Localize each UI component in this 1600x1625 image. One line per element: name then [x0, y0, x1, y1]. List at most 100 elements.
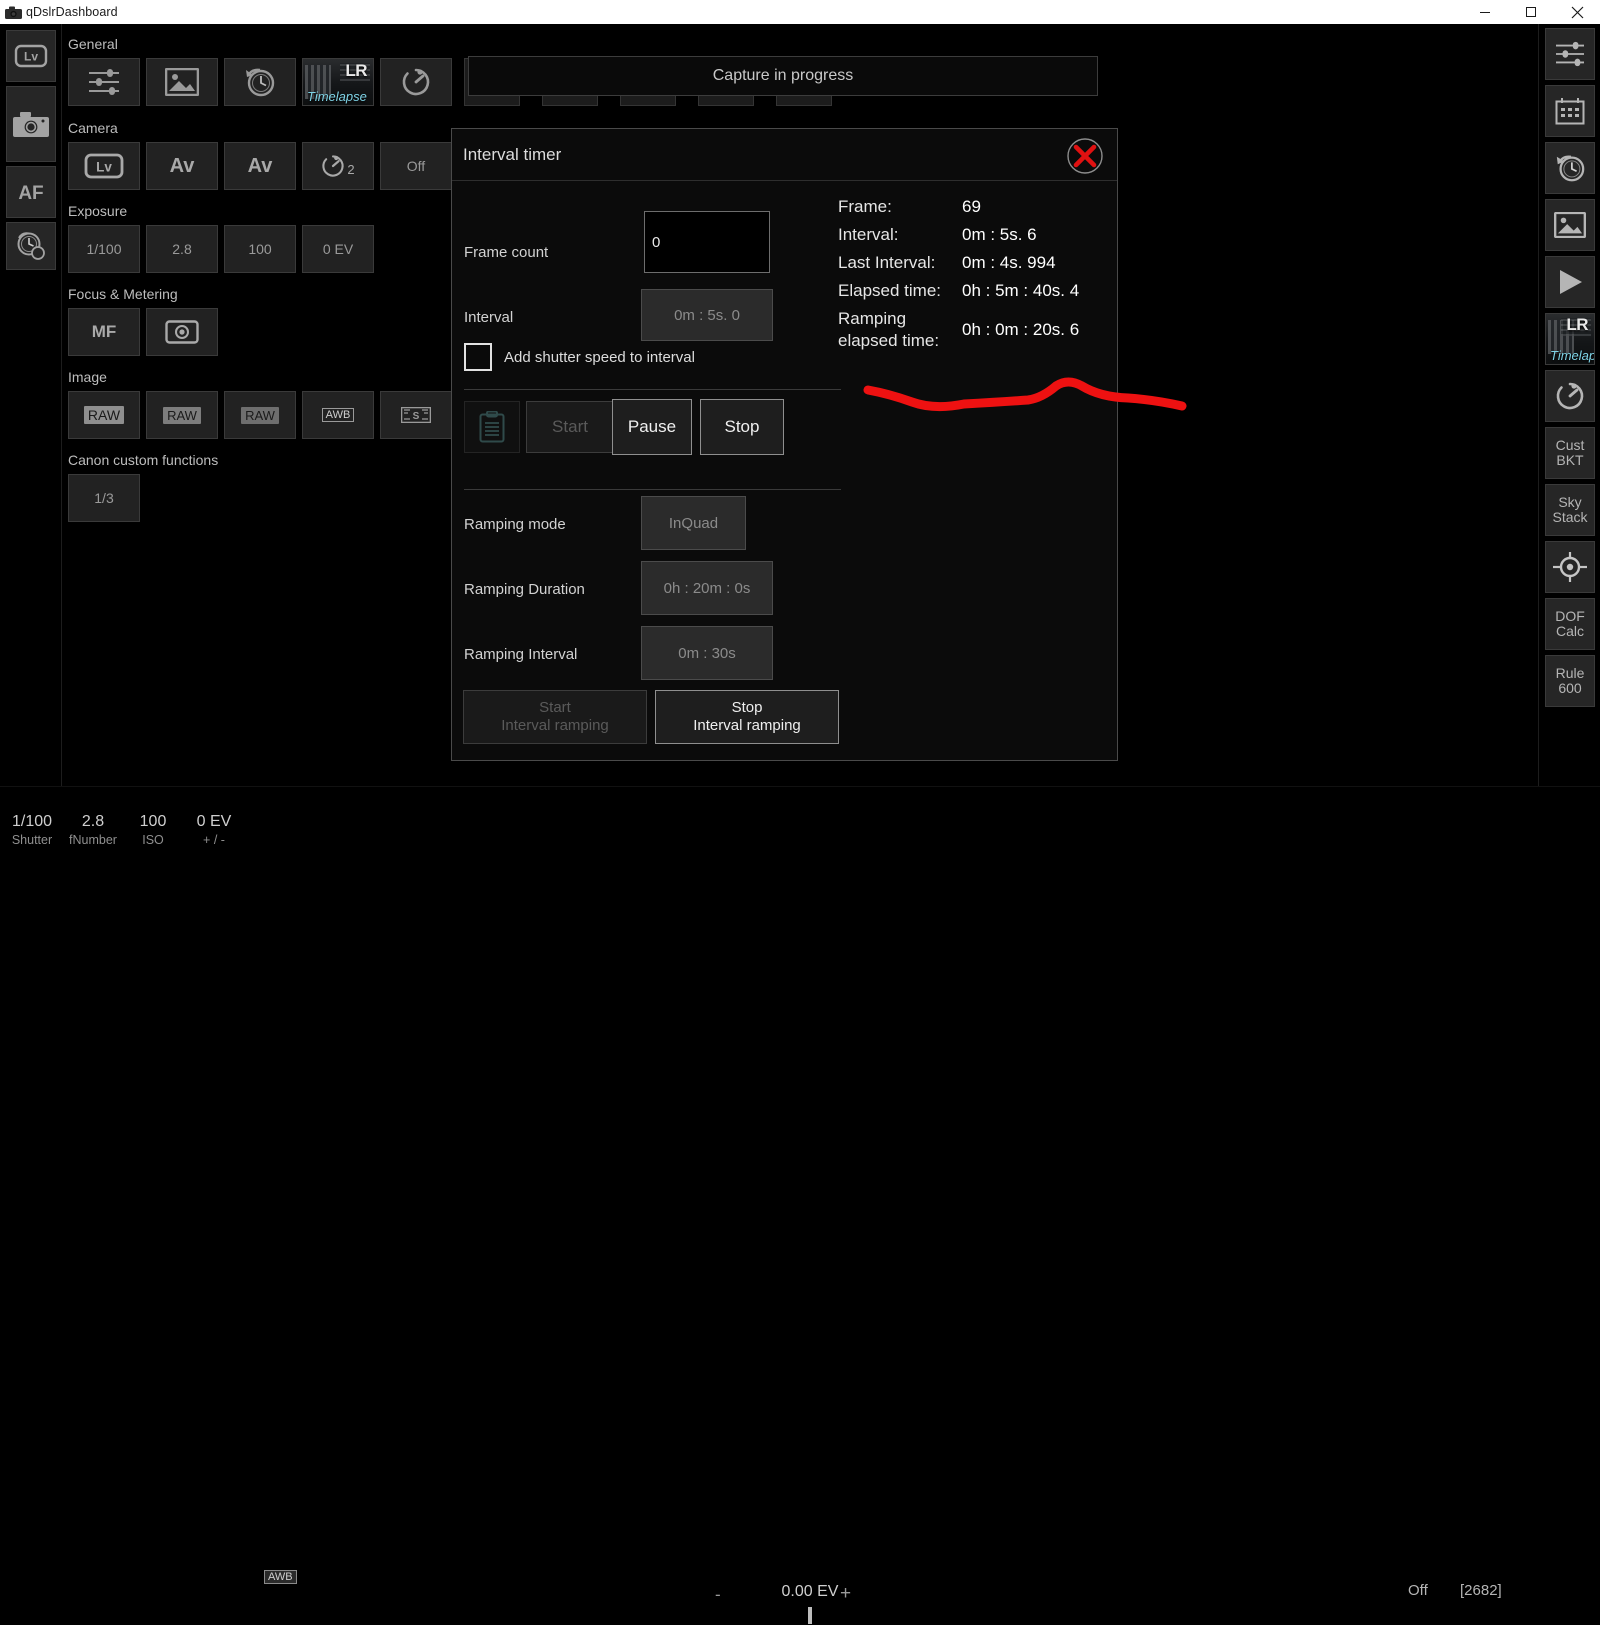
left-rail: Lv AF: [0, 24, 62, 786]
drive-mode-tile[interactable]: 2: [302, 142, 374, 190]
right-lrtimelapse-button[interactable]: LR Timelapse: [1545, 313, 1595, 365]
aeb-status[interactable]: Off: [1408, 1582, 1428, 1599]
stop-button-label: Stop: [724, 417, 760, 436]
wb-status-chip[interactable]: AWB: [264, 1570, 297, 1584]
frame-count-input[interactable]: 0: [644, 211, 770, 273]
left-rail-interval-timer[interactable]: [6, 222, 56, 270]
stop-ramping-line2: Interval ramping: [693, 717, 801, 734]
fnumber-status[interactable]: 2.8 fNumber: [62, 813, 124, 847]
capture-status-banner: Capture in progress: [468, 56, 1098, 96]
stop-button[interactable]: Stop: [700, 399, 784, 455]
close-button[interactable]: [1554, 0, 1600, 24]
group-label-image: Image: [68, 369, 107, 385]
right-dof-calc-button[interactable]: DOF Calc: [1545, 598, 1595, 650]
start-interval-ramping-button[interactable]: Start Interval ramping: [463, 690, 647, 744]
exposure-comp-slider[interactable]: - 0.00 EV +: [660, 1575, 960, 1625]
right-self-timer-button[interactable]: [1545, 370, 1595, 422]
focus-mode-tile[interactable]: MF: [68, 308, 140, 356]
stop-ramping-line1: Stop: [731, 699, 763, 717]
right-focus-target-button[interactable]: [1545, 541, 1595, 593]
interval-timer-tile[interactable]: [224, 58, 296, 106]
interval-timer-dialog: Interval timer Frame count 0 Interval 0m…: [451, 128, 1118, 761]
frame-count-value: 0: [652, 233, 661, 251]
aeb-tile[interactable]: Off: [380, 142, 452, 190]
shutter-status[interactable]: 1/100 Shutter: [0, 813, 64, 847]
metering-mode-tile[interactable]: [146, 308, 218, 356]
svg-text:S: S: [413, 411, 420, 422]
right-calendar-button[interactable]: [1545, 85, 1595, 137]
exposure-mode-tile-label: Av: [247, 154, 273, 177]
right-gallery-button[interactable]: [1545, 199, 1595, 251]
right-dof-calc-line2: Calc: [1555, 623, 1584, 639]
custom-function-tile-label: 1/3: [94, 490, 114, 506]
gallery-tile[interactable]: [146, 58, 218, 106]
stop-interval-ramping-button[interactable]: Stop Interval ramping: [655, 690, 839, 744]
iso-tile[interactable]: 100: [224, 225, 296, 273]
ramping-duration-label: Ramping Duration: [464, 581, 585, 598]
divider-top: [464, 389, 841, 390]
right-play-button[interactable]: [1545, 256, 1595, 308]
ev-plus-button[interactable]: +: [840, 1583, 851, 1605]
svg-text:Lv: Lv: [24, 50, 38, 64]
ev-status-key: + / -: [203, 833, 225, 847]
ev-slider-value: 0.00 EV: [781, 1583, 839, 1600]
lrtimelapse-sublabel: Timelapse: [307, 89, 367, 105]
picture-style-tile[interactable]: S: [380, 391, 452, 439]
pause-button[interactable]: Pause: [612, 399, 692, 455]
right-dof-calc-line1: DOF: [1555, 607, 1585, 624]
group-label-canon-custom-functions: Canon custom functions: [68, 452, 219, 468]
dialog-close-icon[interactable]: [1066, 137, 1104, 175]
lrtimelapse-lr-label: LR: [345, 61, 367, 80]
ramping-duration-spinner[interactable]: 0h : 20m : 0s: [641, 561, 773, 615]
right-cust-bkt-line1: Cust: [1555, 436, 1585, 453]
ramping-mode-select[interactable]: InQuad: [641, 496, 746, 550]
window-titlebar: qDslrDashboard: [0, 0, 1600, 24]
image-quality-badge: RAW: [83, 406, 125, 424]
readout-value-interval: 0m : 5s. 6: [962, 225, 1037, 244]
maximize-button[interactable]: [1508, 0, 1554, 24]
add-shutter-checkbox[interactable]: [464, 343, 492, 371]
ev-status[interactable]: 0 EV + / -: [182, 813, 246, 847]
play-icon: [1560, 270, 1582, 294]
iso-tile-label: 100: [248, 241, 272, 257]
left-rail-lv-toggle[interactable]: Lv: [6, 30, 56, 82]
white-balance-tile[interactable]: AWB: [302, 391, 374, 439]
left-rail-af-toggle[interactable]: AF: [6, 166, 56, 218]
right-interval-timer-button[interactable]: [1545, 142, 1595, 194]
exposure-comp-tile[interactable]: 0 EV: [302, 225, 374, 273]
readout-key-ramping-elapsed-2: elapsed time:: [838, 331, 940, 350]
liveview-tile[interactable]: Lv: [68, 142, 140, 190]
image-quality2-tile[interactable]: RAW: [146, 391, 218, 439]
pause-button-label: Pause: [627, 417, 677, 436]
ev-slider-handle[interactable]: [808, 1607, 812, 1624]
start-ramping-line1: Start: [539, 699, 571, 717]
self-timer-tile[interactable]: [380, 58, 452, 106]
right-sliders-button[interactable]: [1545, 28, 1595, 80]
start-button[interactable]: Start: [526, 401, 614, 453]
image-quality3-badge: RAW: [241, 406, 279, 424]
shutter-tile[interactable]: 1/100: [68, 225, 140, 273]
minimize-button[interactable]: [1462, 0, 1508, 24]
image-quality3-tile[interactable]: RAW: [224, 391, 296, 439]
interval-spinner[interactable]: 0m : 5s. 0: [641, 289, 773, 341]
right-cust-bkt-button[interactable]: Cust BKT: [1545, 427, 1595, 479]
exposure-mode-tile[interactable]: Av: [224, 142, 296, 190]
ramping-mode-value: InQuad: [668, 514, 719, 532]
readout-value-elapsed-time: 0h : 5m : 40s. 4: [962, 281, 1080, 300]
sliders-tile[interactable]: [68, 58, 140, 106]
image-quality-tile[interactable]: RAW: [68, 391, 140, 439]
group-label-camera: Camera: [68, 120, 118, 136]
mode-tile[interactable]: Av: [146, 142, 218, 190]
aperture-tile[interactable]: 2.8: [146, 225, 218, 273]
lrtimelapse-tile[interactable]: LR Timelapse: [302, 58, 374, 106]
frames-list-button[interactable]: [464, 401, 520, 453]
left-rail-camera-mode[interactable]: [6, 86, 56, 162]
custom-function-tile[interactable]: 1/3: [68, 474, 140, 522]
shots-remaining-status: [2682]: [1460, 1582, 1502, 1599]
iso-status[interactable]: 100 ISO: [126, 813, 180, 847]
ramping-interval-spinner[interactable]: 0m : 30s: [641, 626, 773, 680]
ramping-mode-label: Ramping mode: [464, 516, 566, 533]
ramping-duration-value: 0h : 20m : 0s: [663, 579, 751, 597]
right-rule-600-button[interactable]: Rule 600: [1545, 655, 1595, 707]
right-sky-stack-button[interactable]: Sky Stack: [1545, 484, 1595, 536]
